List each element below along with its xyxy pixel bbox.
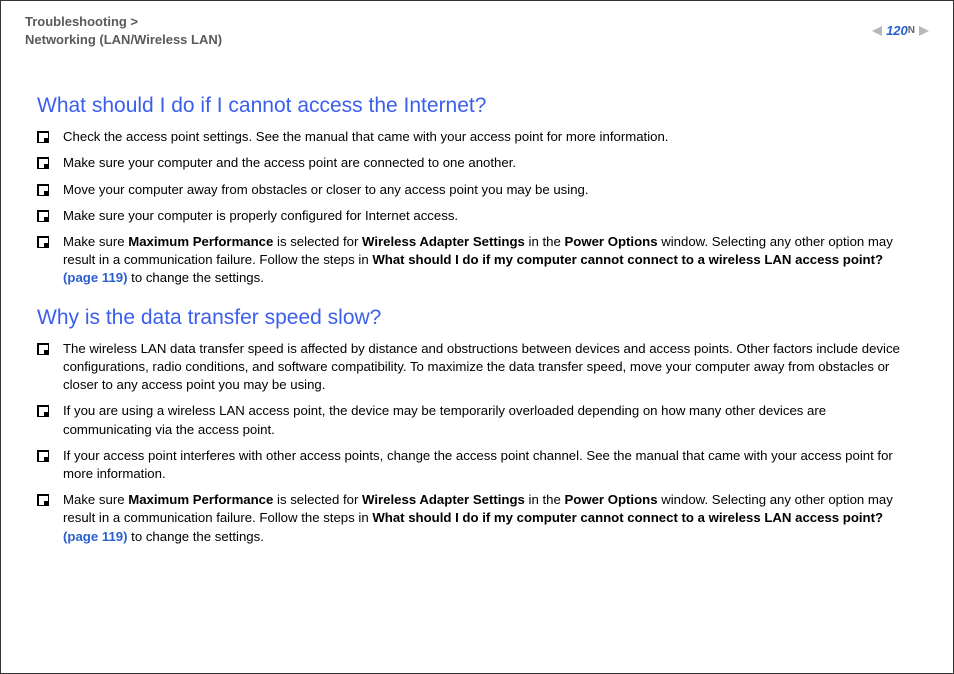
bullet-icon: [37, 184, 49, 196]
bullet-icon: [37, 405, 49, 417]
list-item: If you are using a wireless LAN access p…: [37, 402, 917, 438]
item-text: Make sure your computer and the access p…: [63, 154, 516, 172]
bullet-icon: [37, 131, 49, 143]
page-number-nav: 120 N: [872, 23, 929, 38]
page-header: Troubleshooting > Networking (LAN/Wirele…: [1, 1, 953, 48]
breadcrumb: Troubleshooting > Networking (LAN/Wirele…: [25, 13, 222, 48]
bullet-icon: [37, 494, 49, 506]
list-item: Make sure your computer and the access p…: [37, 154, 917, 172]
bullet-icon: [37, 210, 49, 222]
nav-letter: N: [908, 25, 915, 36]
bullet-icon: [37, 343, 49, 355]
page-number: 120: [886, 23, 908, 38]
page-content: What should I do if I cannot access the …: [1, 48, 953, 546]
prev-page-icon[interactable]: [872, 26, 882, 36]
bullet-icon: [37, 236, 49, 248]
page-link[interactable]: (page 119): [63, 270, 128, 285]
bullet-icon: [37, 450, 49, 462]
list-item: If your access point interferes with oth…: [37, 447, 917, 483]
item-text: The wireless LAN data transfer speed is …: [63, 340, 917, 395]
bullet-icon: [37, 157, 49, 169]
section-heading-1: What should I do if I cannot access the …: [37, 94, 917, 118]
list-item: Make sure Maximum Performance is selecte…: [37, 491, 917, 546]
item-text: Make sure your computer is properly conf…: [63, 207, 458, 225]
item-text: Move your computer away from obstacles o…: [63, 181, 589, 199]
list-item: Make sure Maximum Performance is selecte…: [37, 233, 917, 288]
breadcrumb-line2: Networking (LAN/Wireless LAN): [25, 32, 222, 47]
list-item: Check the access point settings. See the…: [37, 128, 917, 146]
list-item: The wireless LAN data transfer speed is …: [37, 340, 917, 395]
section-1-list: Check the access point settings. See the…: [37, 128, 917, 288]
item-text: If you are using a wireless LAN access p…: [63, 402, 917, 438]
next-page-icon[interactable]: [919, 26, 929, 36]
item-text: Make sure Maximum Performance is selecte…: [63, 491, 917, 546]
list-item: Make sure your computer is properly conf…: [37, 207, 917, 225]
section-2-list: The wireless LAN data transfer speed is …: [37, 340, 917, 546]
item-text: Check the access point settings. See the…: [63, 128, 668, 146]
page-link[interactable]: (page 119): [63, 529, 128, 544]
section-heading-2: Why is the data transfer speed slow?: [37, 306, 917, 330]
item-text: If your access point interferes with oth…: [63, 447, 917, 483]
breadcrumb-line1: Troubleshooting >: [25, 14, 138, 29]
item-text: Make sure Maximum Performance is selecte…: [63, 233, 917, 288]
list-item: Move your computer away from obstacles o…: [37, 181, 917, 199]
